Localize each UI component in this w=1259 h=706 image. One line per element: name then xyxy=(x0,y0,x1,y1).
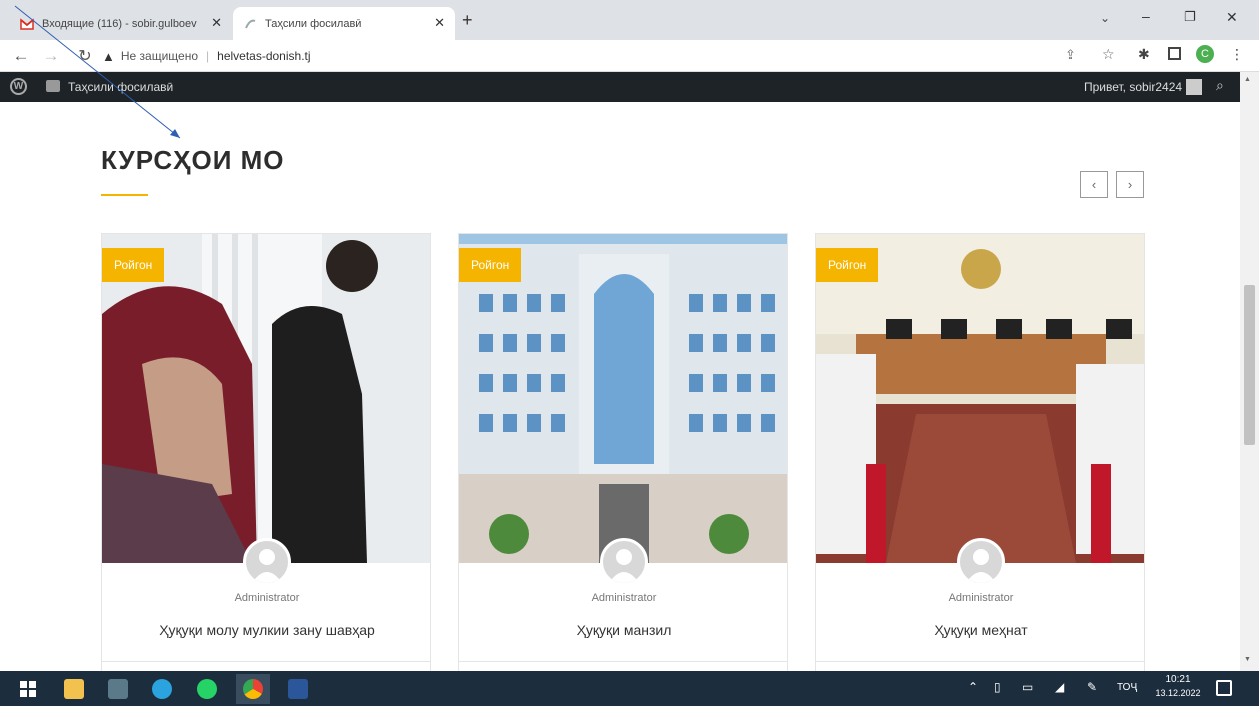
course-author[interactable]: Administrator xyxy=(816,592,1144,604)
annotation-arrow xyxy=(14,5,181,139)
carousel-prev-button[interactable]: ‹ xyxy=(1080,171,1108,198)
telegram-icon[interactable] xyxy=(152,679,172,699)
heading-underline xyxy=(101,194,148,196)
profile-avatar[interactable]: C xyxy=(1196,45,1214,63)
price-badge: Ройгон xyxy=(102,248,165,282)
scroll-up-icon[interactable]: ▲ xyxy=(1244,76,1251,83)
wifi-icon[interactable]: ◢ xyxy=(1055,680,1064,694)
minimize-icon[interactable]: – xyxy=(1142,8,1150,24)
tab-active[interactable]: Таҳсили фосилавӣ ✕ xyxy=(233,7,455,40)
extensions-icon[interactable]: ✱ xyxy=(1138,46,1150,63)
chrome-icon[interactable] xyxy=(243,679,263,699)
page-scrollbar[interactable]: ▲ ▼ xyxy=(1240,72,1259,672)
word-icon[interactable] xyxy=(288,679,308,699)
course-card[interactable]: Ройгон Administrator Ҳуқуқи меҳнат xyxy=(815,233,1145,673)
url-omnibox[interactable]: ▲ Не защищено | helvetas-donish.tj xyxy=(102,45,1102,67)
tab-search-chevron-icon[interactable]: ⌄ xyxy=(1100,11,1110,25)
clock-time: 10:21 xyxy=(1165,674,1191,685)
url-text[interactable]: helvetas-donish.tj xyxy=(217,49,310,63)
bookmark-star-icon[interactable]: ☆ xyxy=(1102,46,1115,63)
restore-icon[interactable]: ❐ xyxy=(1184,9,1196,25)
notifications-icon[interactable] xyxy=(1216,680,1232,696)
scroll-down-icon[interactable]: ▼ xyxy=(1244,656,1251,663)
language-indicator[interactable]: ТОҶ xyxy=(1117,682,1137,693)
course-author[interactable]: Administrator xyxy=(459,592,787,604)
course-image[interactable]: Ройгон xyxy=(459,234,787,563)
course-card[interactable]: Ройгон Administrator Ҳуқуқи манзил xyxy=(458,233,788,673)
start-icon[interactable] xyxy=(20,681,36,697)
course-image[interactable]: Ройгон xyxy=(102,234,430,563)
author-avatar xyxy=(957,538,1005,586)
share-icon[interactable]: ⇪ xyxy=(1065,47,1076,63)
user-avatar[interactable] xyxy=(1186,79,1202,95)
card-divider xyxy=(102,661,430,662)
carousel-next-button[interactable]: › xyxy=(1116,171,1144,198)
network-icon[interactable]: ▭ xyxy=(1022,680,1033,694)
clock[interactable]: 10:21 13.12.2022 xyxy=(1152,674,1204,698)
course-card[interactable]: Ройгон Administrator Ҳуқуқи молу мулкии … xyxy=(101,233,431,673)
author-avatar xyxy=(600,538,648,586)
card-divider xyxy=(816,661,1144,662)
close-tab-icon[interactable]: ✕ xyxy=(211,15,222,31)
course-title[interactable]: Ҳуқуқи молу мулкии зану шавҳар xyxy=(102,622,430,638)
close-tab-icon[interactable]: ✕ xyxy=(434,15,445,31)
windows-taskbar: ⌃ ▯ ▭ ◢ ✎ ТОҶ 10:21 13.12.2022 xyxy=(0,671,1259,706)
card-divider xyxy=(459,661,787,662)
course-title[interactable]: Ҳуқуқи меҳнат xyxy=(816,622,1144,638)
pen-icon[interactable]: ✎ xyxy=(1087,680,1097,694)
tray-chevron-icon[interactable]: ⌃ xyxy=(968,680,978,694)
tab-title: Таҳсили фосилавӣ xyxy=(265,17,362,30)
site-favicon-icon xyxy=(243,17,257,31)
close-window-icon[interactable]: ✕ xyxy=(1226,9,1238,26)
menu-kebab-icon[interactable]: ⋮ xyxy=(1230,46,1244,63)
clock-date: 13.12.2022 xyxy=(1155,688,1201,698)
calculator-icon[interactable] xyxy=(108,679,128,699)
whatsapp-icon[interactable] xyxy=(197,679,217,699)
user-greeting[interactable]: Привет, sobir2424 xyxy=(1084,80,1182,94)
course-image[interactable]: Ройгон xyxy=(816,234,1144,563)
omnibox-divider: | xyxy=(206,49,210,63)
battery-icon[interactable]: ▯ xyxy=(994,680,1001,694)
price-badge: Ройгон xyxy=(459,248,522,282)
search-icon[interactable]: ⌕ xyxy=(1216,77,1224,94)
course-title[interactable]: Ҳуқуқи манзил xyxy=(459,622,787,638)
author-avatar xyxy=(243,538,291,586)
scrollbar-thumb[interactable] xyxy=(1244,285,1255,445)
new-tab-icon[interactable]: + xyxy=(462,10,473,31)
file-explorer-icon[interactable] xyxy=(64,679,84,699)
course-author[interactable]: Administrator xyxy=(102,592,430,604)
price-badge: Ройгон xyxy=(816,248,879,282)
side-panel-icon[interactable] xyxy=(1168,47,1181,60)
